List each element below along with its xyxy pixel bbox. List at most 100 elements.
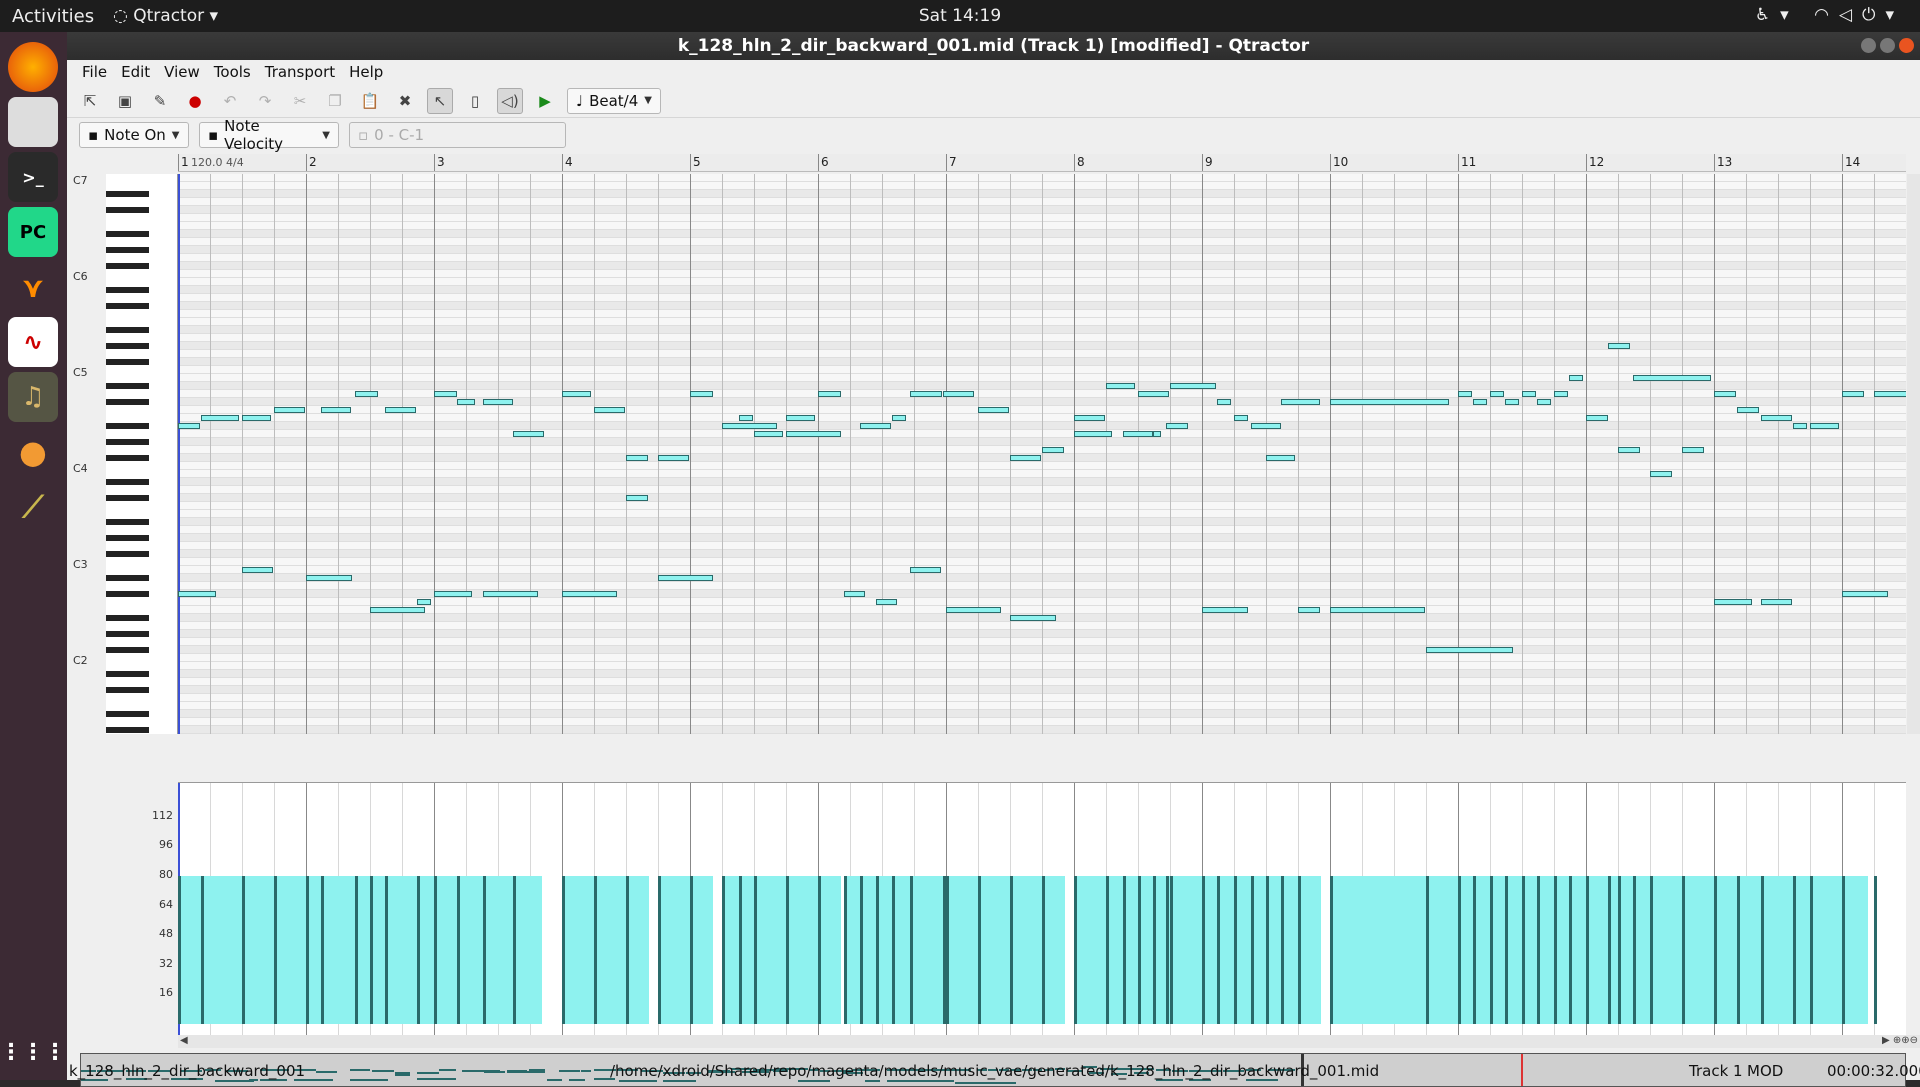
- black-key[interactable]: [106, 631, 149, 637]
- velocity-stem[interactable]: [690, 875, 693, 1024]
- velocity-stem[interactable]: [1522, 875, 1525, 1024]
- midi-note[interactable]: [482, 399, 514, 405]
- midi-note[interactable]: [1554, 391, 1569, 397]
- velocity-stem[interactable]: [1682, 875, 1685, 1024]
- close-button[interactable]: [1899, 38, 1914, 53]
- velocity-stem[interactable]: [1793, 875, 1797, 1024]
- midi-note[interactable]: [1122, 431, 1154, 437]
- menu-tools[interactable]: Tools: [207, 60, 258, 84]
- velocity-stem[interactable]: [274, 875, 277, 1024]
- midi-note[interactable]: [1330, 399, 1450, 405]
- menu-edit[interactable]: Edit: [114, 60, 157, 84]
- midi-note[interactable]: [818, 391, 842, 397]
- midi-note[interactable]: [1537, 399, 1552, 405]
- velocity-stem[interactable]: [1650, 875, 1653, 1024]
- paste-icon[interactable]: 📋: [357, 88, 383, 114]
- velocity-stem[interactable]: [434, 875, 437, 1024]
- black-key[interactable]: [106, 495, 149, 501]
- midi-note[interactable]: [201, 415, 240, 421]
- redo-icon[interactable]: ↷: [252, 88, 278, 114]
- midi-note[interactable]: [1810, 423, 1840, 429]
- black-key[interactable]: [106, 727, 149, 733]
- velocity-stem[interactable]: [1042, 875, 1045, 1024]
- velocity-stem[interactable]: [1586, 875, 1589, 1024]
- midi-note[interactable]: [658, 455, 689, 461]
- midi-note[interactable]: [1522, 391, 1537, 397]
- velocity-stem[interactable]: [562, 875, 565, 1024]
- black-key[interactable]: [106, 711, 149, 717]
- midi-note[interactable]: [946, 607, 1002, 613]
- velocity-stem[interactable]: [1217, 875, 1221, 1024]
- midi-note[interactable]: [385, 407, 417, 413]
- black-key[interactable]: [106, 247, 149, 253]
- black-key[interactable]: [106, 343, 149, 349]
- qtractor-icon[interactable]: ♫: [8, 372, 58, 422]
- midi-note[interactable]: [1138, 391, 1169, 397]
- select-tool-icon[interactable]: ↖: [427, 87, 453, 114]
- menu-transport[interactable]: Transport: [258, 60, 342, 84]
- midi-note[interactable]: [434, 391, 458, 397]
- velocity-stem[interactable]: [818, 875, 821, 1024]
- piano-roll[interactable]: [178, 174, 1906, 734]
- midi-note[interactable]: [1106, 383, 1136, 389]
- velocity-stem[interactable]: [1153, 875, 1157, 1024]
- midi-note[interactable]: [843, 591, 866, 597]
- velocity-stem[interactable]: [1074, 875, 1077, 1024]
- velocity-stem[interactable]: [1458, 875, 1461, 1024]
- channel-range-select[interactable]: ▫ 0 - C-1: [349, 122, 566, 148]
- midi-note[interactable]: [1737, 407, 1759, 413]
- black-key[interactable]: [106, 519, 149, 525]
- velocity-stem[interactable]: [201, 875, 205, 1024]
- black-key[interactable]: [106, 423, 149, 429]
- velocity-stem[interactable]: [1607, 875, 1611, 1024]
- activities-button[interactable]: Activities: [12, 6, 94, 27]
- midi-note[interactable]: [242, 567, 273, 573]
- velocity-stem[interactable]: [1330, 875, 1333, 1024]
- velocity-stem[interactable]: [978, 875, 981, 1024]
- cut-icon[interactable]: ✂: [287, 88, 313, 114]
- velocity-stem[interactable]: [354, 875, 358, 1024]
- accessibility-icon[interactable]: ♿▾: [1755, 5, 1799, 25]
- midi-note[interactable]: [306, 575, 353, 581]
- wifi-icon[interactable]: ◠: [1814, 5, 1839, 25]
- midi-note[interactable]: [370, 607, 426, 613]
- menu-help[interactable]: Help: [342, 60, 390, 84]
- vertical-scrollbar[interactable]: [1907, 174, 1920, 734]
- copy-icon[interactable]: ❐: [322, 88, 348, 114]
- midi-note[interactable]: [1170, 383, 1217, 389]
- midi-note[interactable]: [738, 415, 753, 421]
- midi-note[interactable]: [658, 575, 714, 581]
- midi-note[interactable]: [354, 391, 378, 397]
- midi-note[interactable]: [562, 591, 618, 597]
- velocity-stem[interactable]: [306, 875, 309, 1024]
- velocity-stem[interactable]: [242, 875, 245, 1024]
- velocity-stem[interactable]: [1537, 875, 1541, 1024]
- terminal-icon[interactable]: >_: [8, 152, 58, 202]
- velocity-stem[interactable]: [1010, 875, 1013, 1024]
- midi-note[interactable]: [626, 455, 648, 461]
- midi-note[interactable]: [1426, 647, 1514, 653]
- speaker-icon[interactable]: ◁): [497, 87, 523, 114]
- midi-note[interactable]: [875, 599, 898, 605]
- velocity-stem[interactable]: [1202, 875, 1205, 1024]
- velocity-stem[interactable]: [1569, 875, 1573, 1024]
- midi-note[interactable]: [1266, 455, 1296, 461]
- midi-note[interactable]: [1633, 375, 1712, 381]
- midi-note[interactable]: [1714, 599, 1753, 605]
- black-key[interactable]: [106, 575, 149, 581]
- velocity-stem[interactable]: [1298, 875, 1301, 1024]
- velocity-stem[interactable]: [1473, 875, 1477, 1024]
- velocity-stem[interactable]: [1810, 875, 1813, 1024]
- midi-note[interactable]: [1458, 391, 1473, 397]
- velocity-stem[interactable]: [860, 875, 864, 1024]
- midi-note[interactable]: [457, 399, 475, 405]
- menu-view[interactable]: View: [157, 60, 207, 84]
- midi-note[interactable]: [910, 391, 943, 397]
- velocity-stem[interactable]: [513, 875, 517, 1024]
- black-key[interactable]: [106, 479, 149, 485]
- midi-note[interactable]: [1074, 415, 1105, 421]
- midi-note[interactable]: [1473, 399, 1488, 405]
- velocity-stem[interactable]: [1842, 875, 1845, 1024]
- clock[interactable]: Sat 14:19: [0, 6, 1920, 26]
- midi-note[interactable]: [1761, 599, 1793, 605]
